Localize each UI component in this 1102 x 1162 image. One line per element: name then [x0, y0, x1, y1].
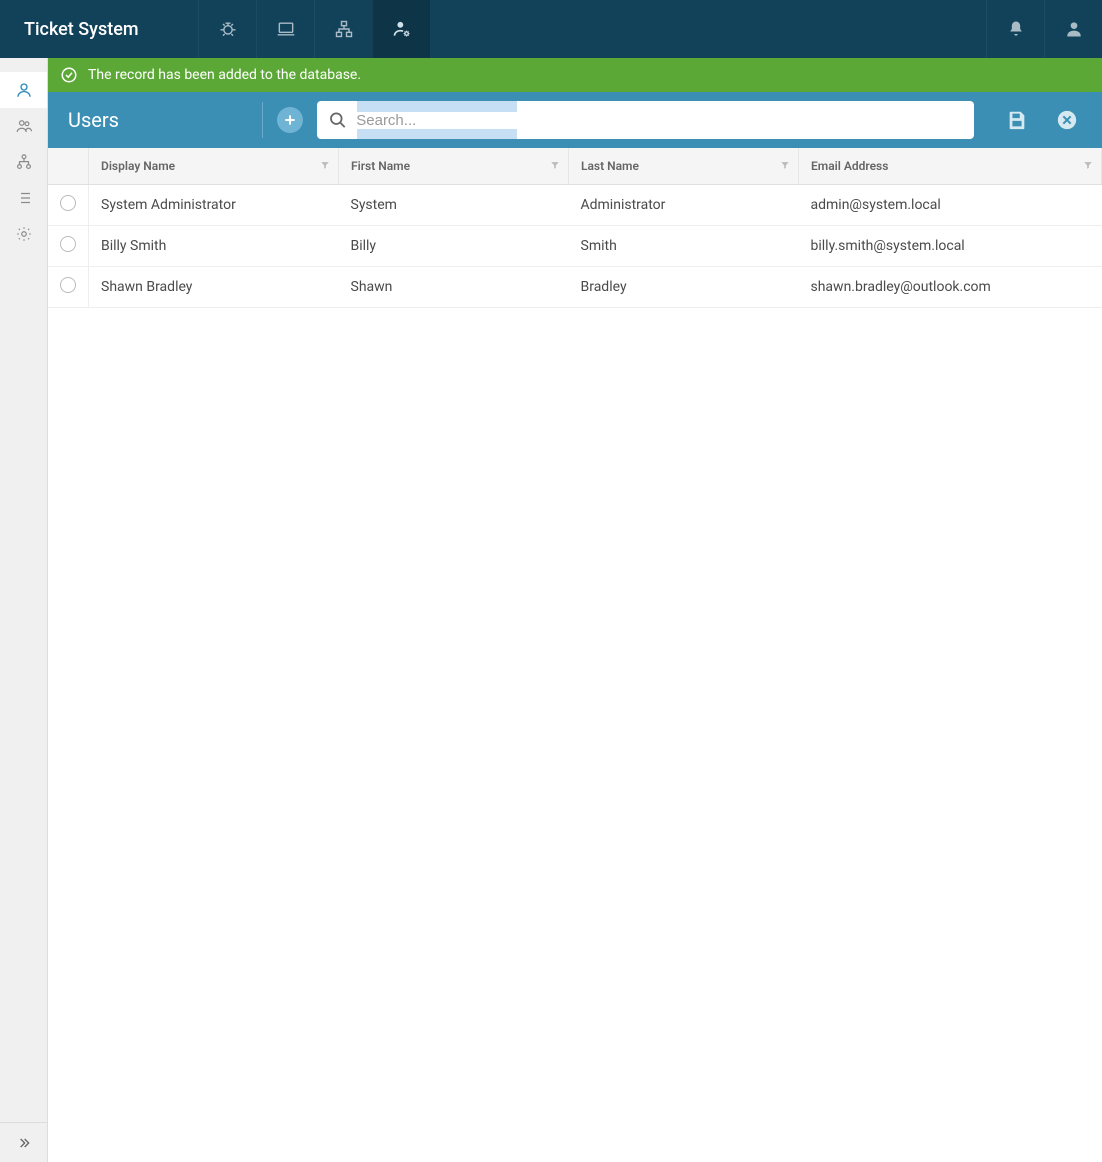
table-row[interactable]: System AdministratorSystemAdministratora… — [48, 184, 1102, 225]
profile-icon — [1064, 19, 1084, 39]
filter-icon[interactable] — [320, 159, 330, 173]
cell-email: billy.smith@system.local — [799, 225, 1102, 266]
success-banner: The record has been added to the databas… — [48, 58, 1102, 92]
table-header-row: Display Name First Name La — [48, 148, 1102, 184]
sidebar-item-list[interactable] — [0, 180, 47, 216]
topnav-bugs[interactable] — [198, 0, 256, 58]
page-title: Users — [68, 108, 248, 132]
col-last-name[interactable]: Last Name — [569, 148, 799, 184]
profile-button[interactable] — [1044, 0, 1102, 58]
topnav-right — [986, 0, 1102, 58]
search-input[interactable] — [348, 112, 964, 129]
sidebar-item-org[interactable] — [0, 144, 47, 180]
bug-icon — [218, 19, 238, 39]
user-settings-icon — [392, 19, 412, 39]
cell-display-name: Billy Smith — [89, 225, 339, 266]
filter-icon[interactable] — [550, 159, 560, 173]
users-group-icon — [15, 117, 33, 135]
col-select — [48, 148, 89, 184]
laptop-icon — [276, 19, 296, 39]
cell-email: admin@system.local — [799, 184, 1102, 225]
layout: The record has been added to the databas… — [0, 58, 1102, 1162]
close-circle-icon — [1056, 109, 1078, 131]
col-last-name-label: Last Name — [581, 159, 639, 173]
users-table-wrap: Display Name First Name La — [48, 148, 1102, 1162]
row-radio[interactable] — [60, 277, 76, 293]
row-radio[interactable] — [60, 236, 76, 252]
add-button[interactable] — [277, 107, 303, 133]
header-actions — [1002, 105, 1082, 135]
row-select-cell — [48, 266, 89, 307]
bell-icon — [1006, 19, 1026, 39]
col-display-name[interactable]: Display Name — [89, 148, 339, 184]
brand-title: Ticket System — [0, 19, 198, 40]
user-icon — [15, 81, 33, 99]
row-radio[interactable] — [60, 195, 76, 211]
row-select-cell — [48, 225, 89, 266]
sidebar-item-groups[interactable] — [0, 108, 47, 144]
search-icon — [327, 109, 348, 131]
table-row[interactable]: Shawn BradleyShawnBradleyshawn.bradley@o… — [48, 266, 1102, 307]
org-tree-icon — [15, 153, 33, 171]
cell-last-name: Administrator — [569, 184, 799, 225]
topnav-network[interactable] — [314, 0, 372, 58]
sidebar-item-user[interactable] — [0, 72, 47, 108]
sidebar-item-settings[interactable] — [0, 216, 47, 252]
col-display-name-label: Display Name — [101, 159, 175, 173]
col-email[interactable]: Email Address — [799, 148, 1102, 184]
page-header: Users — [48, 92, 1102, 148]
col-email-label: Email Address — [811, 159, 888, 173]
main: The record has been added to the databas… — [48, 58, 1102, 1162]
filter-icon[interactable] — [780, 159, 790, 173]
topnav-devices[interactable] — [256, 0, 314, 58]
row-select-cell — [48, 184, 89, 225]
cell-first-name: Shawn — [339, 266, 569, 307]
sidebar-expand-button[interactable] — [0, 1122, 47, 1162]
topnav-user-admin[interactable] — [372, 0, 430, 58]
save-button[interactable] — [1002, 105, 1032, 135]
close-button[interactable] — [1052, 105, 1082, 135]
cell-last-name: Smith — [569, 225, 799, 266]
success-message: The record has been added to the databas… — [88, 67, 361, 83]
cell-first-name: Billy — [339, 225, 569, 266]
cell-first-name: System — [339, 184, 569, 225]
table-row[interactable]: Billy SmithBillySmithbilly.smith@system.… — [48, 225, 1102, 266]
cell-display-name: System Administrator — [89, 184, 339, 225]
col-first-name-label: First Name — [351, 159, 410, 173]
list-icon — [15, 189, 33, 207]
cell-email: shawn.bradley@outlook.com — [799, 266, 1102, 307]
chevron-double-right-icon — [16, 1135, 32, 1151]
col-first-name[interactable]: First Name — [339, 148, 569, 184]
filter-icon[interactable] — [1083, 159, 1093, 173]
save-icon — [1006, 109, 1028, 131]
plus-icon — [282, 112, 298, 128]
network-icon — [334, 19, 354, 39]
cell-last-name: Bradley — [569, 266, 799, 307]
divider — [262, 102, 263, 138]
sidebar — [0, 58, 48, 1162]
notifications-button[interactable] — [986, 0, 1044, 58]
check-circle-icon — [60, 66, 78, 84]
topbar: Ticket System — [0, 0, 1102, 58]
topnav — [198, 0, 430, 58]
cell-display-name: Shawn Bradley — [89, 266, 339, 307]
gear-icon — [15, 225, 33, 243]
search-box[interactable] — [317, 101, 974, 139]
users-table: Display Name First Name La — [48, 148, 1102, 308]
